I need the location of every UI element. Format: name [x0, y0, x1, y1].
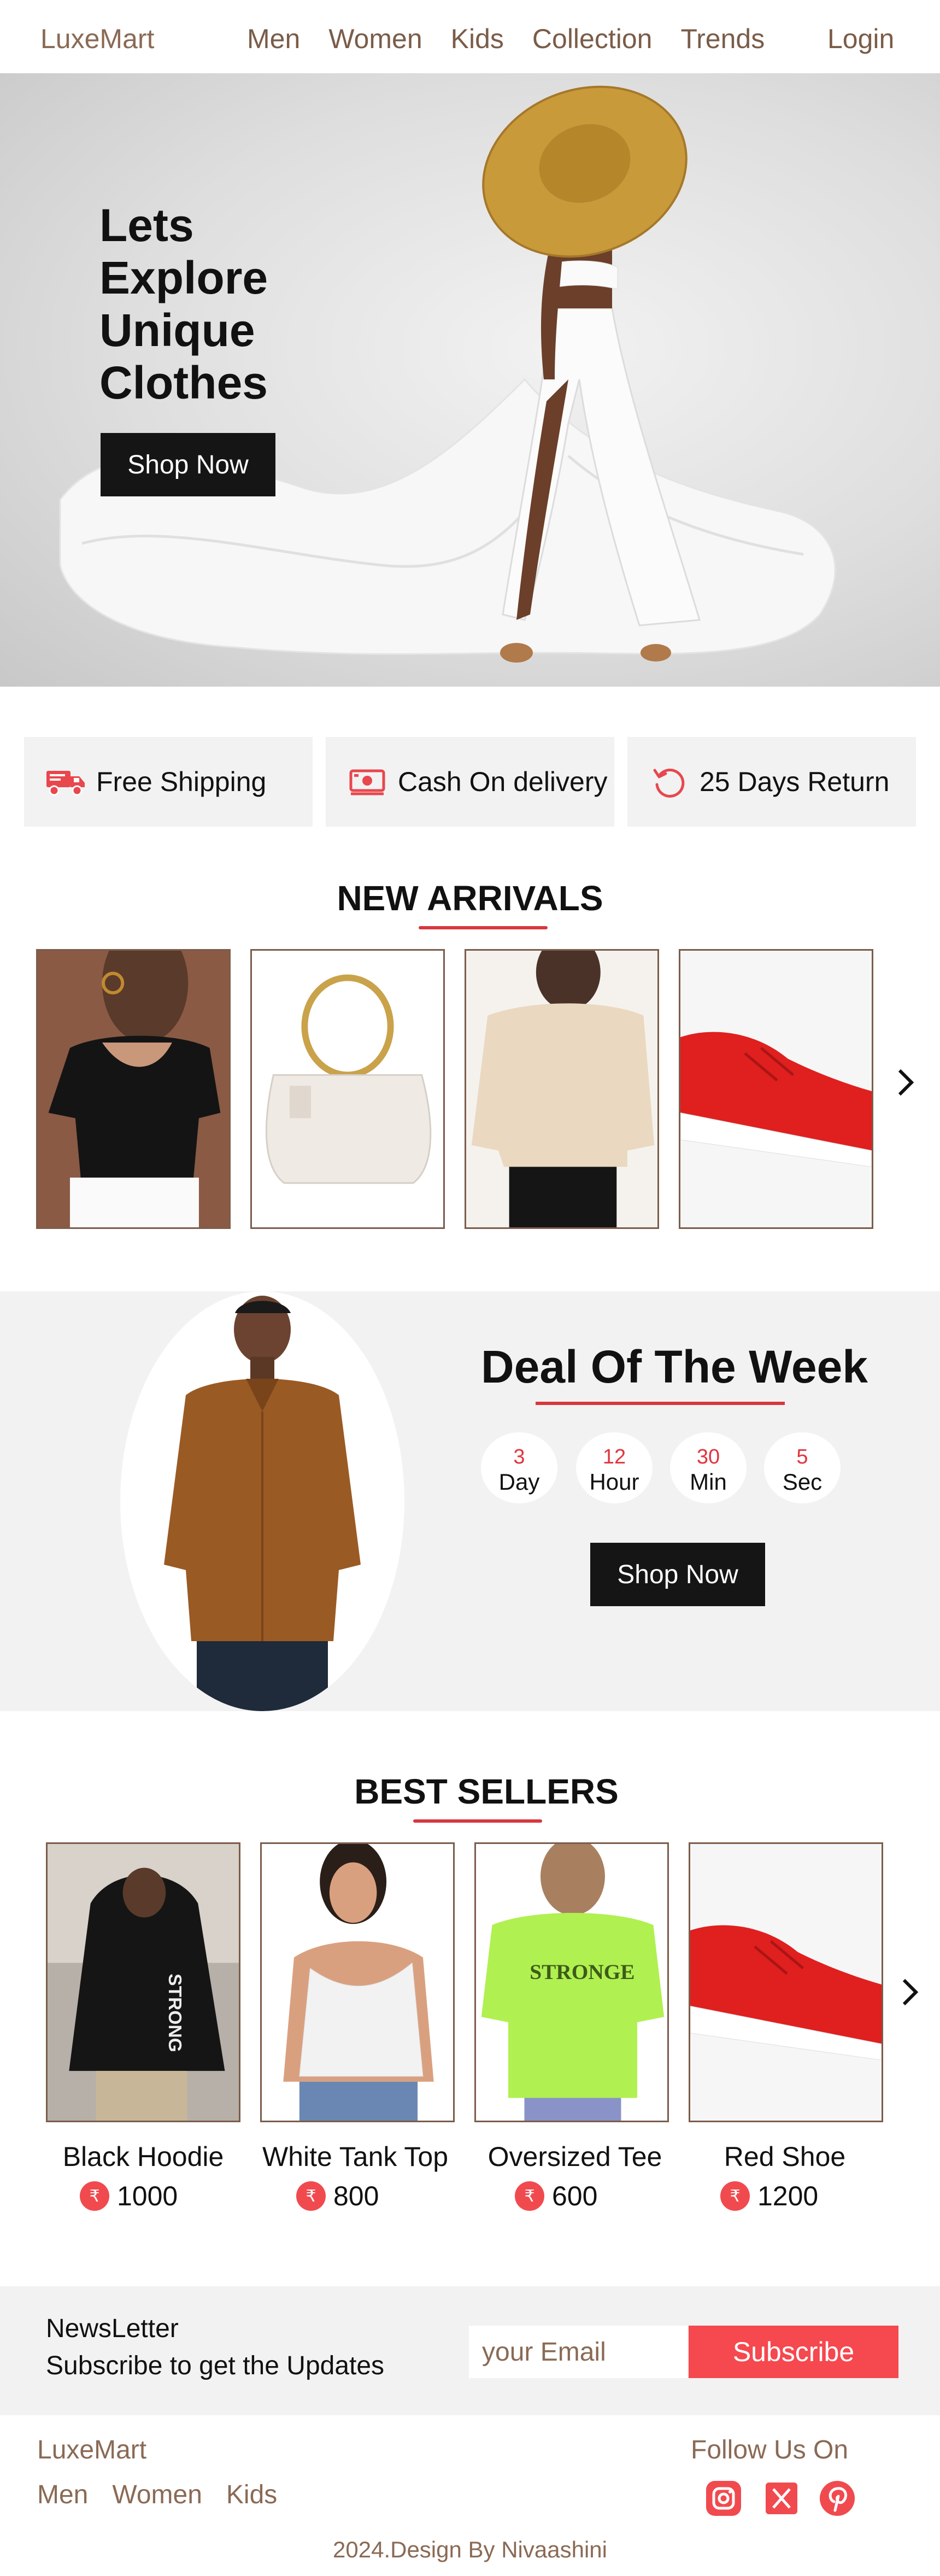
svg-text:STRONG: STRONG — [164, 1974, 185, 2052]
brand-logo[interactable]: LuxeMart — [40, 23, 154, 55]
countdown-days: 3 Day — [481, 1432, 557, 1503]
footer-links: Men Women Kids — [37, 2480, 277, 2510]
footer-credit: 2024.Design By Nivaashini — [333, 2537, 607, 2562]
top-nav: LuxeMart Men Women Kids Collection Trend… — [0, 0, 940, 73]
x-icon[interactable] — [763, 2480, 800, 2517]
product-price: ₹ 1200 — [720, 2180, 818, 2212]
product-name[interactable]: Oversized Tee — [466, 2141, 684, 2173]
newsletter-title: NewsLetter — [46, 2314, 179, 2343]
price-value: 1200 — [757, 2181, 819, 2211]
truck-icon — [44, 763, 89, 801]
nav-link-women[interactable]: Women — [328, 23, 422, 55]
best-seller-card[interactable] — [260, 1842, 455, 2122]
product-name[interactable]: Red Shoe — [675, 2141, 894, 2173]
nav-links: Men Women Kids Collection Trends — [247, 23, 765, 55]
subscribe-button[interactable]: Subscribe — [689, 2326, 898, 2378]
feature-free-shipping: Free Shipping — [24, 737, 313, 827]
feature-label: Cash On delivery — [398, 766, 608, 797]
new-arrival-card[interactable] — [465, 949, 659, 1229]
hero-banner: Lets Explore Unique Clothes Shop Now — [0, 73, 940, 687]
follow-us-label: Follow Us On — [691, 2436, 849, 2464]
nav-link-collection[interactable]: Collection — [532, 23, 653, 55]
login-link[interactable]: Login — [827, 23, 894, 55]
best-seller-card[interactable]: STRONG — [46, 1842, 240, 2122]
new-arrivals-underline — [419, 926, 548, 929]
rupee-icon: ₹ — [296, 2181, 326, 2211]
red-shoe-image — [680, 951, 872, 1227]
best-sellers-title: BEST SELLERS — [354, 1772, 619, 1811]
countdown-unit: Sec — [782, 1469, 822, 1495]
countdown-value: 30 — [696, 1445, 720, 1468]
product-price: ₹ 800 — [296, 2180, 379, 2212]
feature-days-return: 25 Days Return — [627, 737, 916, 827]
hero-shop-now-button[interactable]: Shop Now — [101, 433, 275, 496]
feature-label: 25 Days Return — [700, 766, 890, 797]
product-name[interactable]: White Tank Top — [246, 2141, 465, 2173]
countdown-value: 12 — [602, 1445, 626, 1468]
best-seller-card[interactable]: STRONGE — [474, 1842, 669, 2122]
nav-link-men[interactable]: Men — [247, 23, 300, 55]
chevron-right-icon — [898, 1069, 914, 1096]
countdown-seconds: 5 Sec — [764, 1432, 841, 1503]
hero-heading-line: Unique — [99, 305, 255, 356]
cash-icon — [345, 763, 390, 801]
feature-cash-on-delivery: Cash On delivery — [326, 737, 614, 827]
countdown-unit: Hour — [589, 1469, 639, 1495]
hero-heading-line: Lets — [99, 200, 194, 251]
red-shoe-image — [690, 1844, 882, 2121]
pinterest-icon[interactable] — [819, 2480, 856, 2517]
price-value: 800 — [333, 2181, 379, 2211]
best-seller-card[interactable] — [689, 1842, 883, 2122]
hero-heading-line: Clothes — [99, 357, 268, 408]
new-arrival-card[interactable] — [679, 949, 873, 1229]
black-hoodie-image: STRONG — [48, 1844, 239, 2121]
instagram-icon[interactable] — [705, 2480, 742, 2517]
price-value: 600 — [552, 2181, 598, 2211]
nav-link-trends[interactable]: Trends — [680, 23, 765, 55]
hero-heading: Lets Explore Unique Clothes — [99, 199, 318, 409]
new-arrival-card[interactable] — [36, 949, 231, 1229]
black-top-image — [38, 951, 229, 1227]
white-handbag-image — [252, 951, 443, 1227]
countdown-unit: Day — [498, 1469, 540, 1495]
deal-shop-now-button[interactable]: Shop Now — [590, 1543, 765, 1606]
white-tank-top-image — [262, 1844, 453, 2121]
product-name[interactable]: Black Hoodie — [34, 2141, 252, 2173]
newsletter-section: NewsLetter Subscribe to get the Updates … — [0, 2286, 940, 2415]
footer-link-kids[interactable]: Kids — [226, 2480, 277, 2510]
oversized-tee-image: STRONGE — [476, 1844, 667, 2121]
product-price: ₹ 600 — [515, 2180, 597, 2212]
footer-link-women[interactable]: Women — [112, 2480, 202, 2510]
chevron-right-icon — [902, 1978, 919, 2006]
new-arrival-card[interactable] — [250, 949, 445, 1229]
new-arrivals-title: NEW ARRIVALS — [337, 879, 603, 918]
new-arrivals-next-arrow[interactable] — [896, 1067, 916, 1105]
svg-text:STRONGE: STRONGE — [530, 1960, 634, 1984]
rupee-icon: ₹ — [80, 2181, 109, 2211]
countdown-value: 5 — [796, 1445, 808, 1468]
rupee-icon: ₹ — [720, 2181, 750, 2211]
countdown-hours: 12 Hour — [576, 1432, 653, 1503]
footer-link-men[interactable]: Men — [37, 2480, 88, 2510]
nav-link-kids[interactable]: Kids — [451, 23, 504, 55]
footer-brand[interactable]: LuxeMart — [37, 2435, 146, 2465]
feature-label: Free Shipping — [96, 766, 267, 797]
best-sellers-underline — [413, 1819, 542, 1823]
countdown-unit: Min — [690, 1469, 727, 1495]
hero-heading-line: Explore — [99, 252, 268, 303]
countdown-minutes: 30 Min — [670, 1432, 747, 1503]
deal-title-underline — [536, 1402, 785, 1405]
rupee-icon: ₹ — [515, 2181, 544, 2211]
product-price: ₹ 1000 — [80, 2180, 178, 2212]
email-input[interactable] — [469, 2326, 688, 2378]
newsletter-subtitle: Subscribe to get the Updates — [46, 2351, 385, 2380]
deal-title: Deal Of The Week — [481, 1341, 868, 1392]
beige-sweatshirt-image — [466, 951, 657, 1227]
deal-of-the-week-section: Deal Of The Week 3 Day 12 Hour 30 Min 5 … — [0, 1291, 940, 1711]
best-sellers-next-arrow[interactable] — [901, 1977, 920, 2015]
countdown-value: 3 — [513, 1445, 525, 1468]
deal-model-image — [120, 1291, 404, 1711]
price-value: 1000 — [117, 2181, 178, 2211]
return-icon — [647, 763, 692, 801]
